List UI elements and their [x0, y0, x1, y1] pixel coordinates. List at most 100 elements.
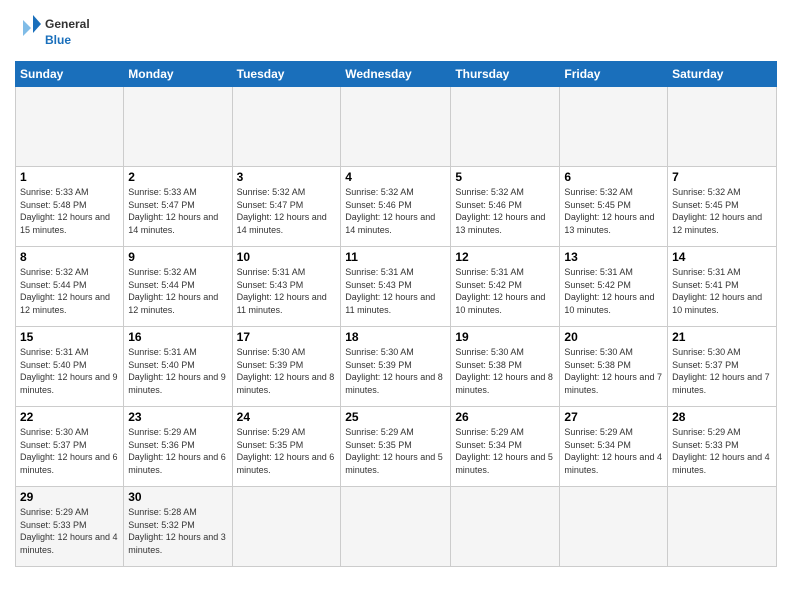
day-info: Sunrise: 5:29 AMSunset: 5:35 PMDaylight:…	[237, 426, 337, 476]
day-info: Sunrise: 5:30 AMSunset: 5:38 PMDaylight:…	[564, 346, 663, 396]
day-number: 8	[20, 250, 119, 264]
day-info: Sunrise: 5:30 AMSunset: 5:39 PMDaylight:…	[345, 346, 446, 396]
day-number: 27	[564, 410, 663, 424]
day-number: 13	[564, 250, 663, 264]
day-info: Sunrise: 5:31 AMSunset: 5:42 PMDaylight:…	[564, 266, 663, 316]
day-number: 24	[237, 410, 337, 424]
calendar-cell: 13 Sunrise: 5:31 AMSunset: 5:42 PMDayligh…	[560, 247, 668, 327]
day-info: Sunrise: 5:30 AMSunset: 5:37 PMDaylight:…	[672, 346, 772, 396]
calendar-cell: 19 Sunrise: 5:30 AMSunset: 5:38 PMDayligh…	[451, 327, 560, 407]
weekday-header: Tuesday	[232, 62, 341, 87]
calendar-cell	[668, 87, 777, 167]
calendar-cell: 12 Sunrise: 5:31 AMSunset: 5:42 PMDayligh…	[451, 247, 560, 327]
day-info: Sunrise: 5:31 AMSunset: 5:42 PMDaylight:…	[455, 266, 555, 316]
calendar-week-row: 8 Sunrise: 5:32 AMSunset: 5:44 PMDaylight…	[16, 247, 777, 327]
day-info: Sunrise: 5:33 AMSunset: 5:48 PMDaylight:…	[20, 186, 119, 236]
weekday-header: Sunday	[16, 62, 124, 87]
calendar-cell: 5 Sunrise: 5:32 AMSunset: 5:46 PMDaylight…	[451, 167, 560, 247]
calendar-week-row	[16, 87, 777, 167]
day-info: Sunrise: 5:29 AMSunset: 5:36 PMDaylight:…	[128, 426, 227, 476]
calendar-cell: 14Sunrise: 5:31 AMSunset: 5:41 PMDayligh…	[668, 247, 777, 327]
day-info: Sunrise: 5:29 AMSunset: 5:35 PMDaylight:…	[345, 426, 446, 476]
day-info: Sunrise: 5:30 AMSunset: 5:37 PMDaylight:…	[20, 426, 119, 476]
calendar-cell: 17 Sunrise: 5:30 AMSunset: 5:39 PMDayligh…	[232, 327, 341, 407]
day-number: 18	[345, 330, 446, 344]
day-info: Sunrise: 5:32 AMSunset: 5:44 PMDaylight:…	[128, 266, 227, 316]
calendar-week-row: 1 Sunrise: 5:33 AMSunset: 5:48 PMDaylight…	[16, 167, 777, 247]
day-info: Sunrise: 5:30 AMSunset: 5:38 PMDaylight:…	[455, 346, 555, 396]
day-info: Sunrise: 5:29 AMSunset: 5:33 PMDaylight:…	[20, 506, 119, 556]
calendar-cell: 30 Sunrise: 5:28 AMSunset: 5:32 PMDayligh…	[124, 487, 232, 567]
day-number: 15	[20, 330, 119, 344]
weekday-header: Wednesday	[341, 62, 451, 87]
day-info: Sunrise: 5:32 AMSunset: 5:44 PMDaylight:…	[20, 266, 119, 316]
day-number: 2	[128, 170, 227, 184]
day-number: 10	[237, 250, 337, 264]
day-number: 9	[128, 250, 227, 264]
header: General Blue	[15, 10, 777, 55]
day-info: Sunrise: 5:29 AMSunset: 5:33 PMDaylight:…	[672, 426, 772, 476]
calendar-cell: 25 Sunrise: 5:29 AMSunset: 5:35 PMDayligh…	[341, 407, 451, 487]
day-number: 6	[564, 170, 663, 184]
day-number: 11	[345, 250, 446, 264]
day-number: 17	[237, 330, 337, 344]
day-info: Sunrise: 5:31 AMSunset: 5:43 PMDaylight:…	[237, 266, 337, 316]
calendar-cell	[560, 487, 668, 567]
calendar-cell: 8 Sunrise: 5:32 AMSunset: 5:44 PMDaylight…	[16, 247, 124, 327]
day-number: 5	[455, 170, 555, 184]
calendar-cell: 2 Sunrise: 5:33 AMSunset: 5:47 PMDaylight…	[124, 167, 232, 247]
day-number: 7	[672, 170, 772, 184]
logo: General Blue	[15, 10, 95, 55]
calendar-cell: 7Sunrise: 5:32 AMSunset: 5:45 PMDaylight…	[668, 167, 777, 247]
calendar-cell: 18 Sunrise: 5:30 AMSunset: 5:39 PMDayligh…	[341, 327, 451, 407]
calendar-cell	[451, 87, 560, 167]
day-number: 1	[20, 170, 119, 184]
calendar-cell: 15Sunrise: 5:31 AMSunset: 5:40 PMDayligh…	[16, 327, 124, 407]
calendar-cell	[124, 87, 232, 167]
calendar-cell: 4 Sunrise: 5:32 AMSunset: 5:46 PMDaylight…	[341, 167, 451, 247]
day-info: Sunrise: 5:32 AMSunset: 5:47 PMDaylight:…	[237, 186, 337, 236]
page: General Blue SundayMondayTuesdayWednesda…	[0, 0, 792, 612]
day-number: 25	[345, 410, 446, 424]
day-info: Sunrise: 5:32 AMSunset: 5:46 PMDaylight:…	[345, 186, 446, 236]
day-info: Sunrise: 5:30 AMSunset: 5:39 PMDaylight:…	[237, 346, 337, 396]
calendar-cell: 1 Sunrise: 5:33 AMSunset: 5:48 PMDaylight…	[16, 167, 124, 247]
svg-text:Blue: Blue	[45, 33, 71, 47]
calendar-header-row: SundayMondayTuesdayWednesdayThursdayFrid…	[16, 62, 777, 87]
day-number: 26	[455, 410, 555, 424]
calendar-cell: 28 Sunrise: 5:29 AMSunset: 5:33 PMDayligh…	[668, 407, 777, 487]
day-info: Sunrise: 5:32 AMSunset: 5:46 PMDaylight:…	[455, 186, 555, 236]
day-number: 22	[20, 410, 119, 424]
day-number: 16	[128, 330, 227, 344]
day-info: Sunrise: 5:33 AMSunset: 5:47 PMDaylight:…	[128, 186, 227, 236]
calendar-cell	[668, 487, 777, 567]
day-info: Sunrise: 5:29 AMSunset: 5:34 PMDaylight:…	[564, 426, 663, 476]
logo-svg: General Blue	[15, 10, 95, 55]
calendar-cell: 9 Sunrise: 5:32 AMSunset: 5:44 PMDaylight…	[124, 247, 232, 327]
calendar-cell: 21 Sunrise: 5:30 AMSunset: 5:37 PMDayligh…	[668, 327, 777, 407]
day-number: 20	[564, 330, 663, 344]
calendar-cell: 11 Sunrise: 5:31 AMSunset: 5:43 PMDayligh…	[341, 247, 451, 327]
calendar-cell: 6Sunrise: 5:32 AMSunset: 5:45 PMDaylight…	[560, 167, 668, 247]
day-info: Sunrise: 5:29 AMSunset: 5:34 PMDaylight:…	[455, 426, 555, 476]
calendar-cell	[560, 87, 668, 167]
day-info: Sunrise: 5:28 AMSunset: 5:32 PMDaylight:…	[128, 506, 227, 556]
day-number: 29	[20, 490, 119, 504]
day-info: Sunrise: 5:31 AMSunset: 5:40 PMDaylight:…	[128, 346, 227, 396]
weekday-header: Monday	[124, 62, 232, 87]
calendar-cell	[16, 87, 124, 167]
day-number: 21	[672, 330, 772, 344]
day-number: 4	[345, 170, 446, 184]
calendar-cell	[341, 487, 451, 567]
calendar-cell: 23Sunrise: 5:29 AMSunset: 5:36 PMDayligh…	[124, 407, 232, 487]
calendar-cell: 29 Sunrise: 5:29 AMSunset: 5:33 PMDayligh…	[16, 487, 124, 567]
day-number: 19	[455, 330, 555, 344]
calendar-week-row: 29 Sunrise: 5:29 AMSunset: 5:33 PMDayligh…	[16, 487, 777, 567]
day-number: 28	[672, 410, 772, 424]
day-info: Sunrise: 5:31 AMSunset: 5:43 PMDaylight:…	[345, 266, 446, 316]
calendar-week-row: 15 Sunrise: 5:31 AMSunset: 5:40 PMDayligh…	[16, 327, 777, 407]
weekday-header: Friday	[560, 62, 668, 87]
day-number: 12	[455, 250, 555, 264]
day-number: 30	[128, 490, 227, 504]
svg-text:General: General	[45, 17, 90, 31]
